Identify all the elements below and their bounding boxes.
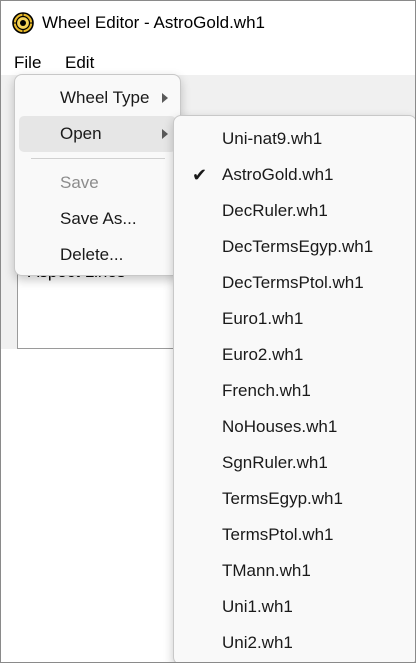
wheel-file-label: French.wh1 <box>222 381 311 400</box>
wheel-file-label: SgnRuler.wh1 <box>222 453 328 472</box>
menu-separator <box>31 158 165 159</box>
menu-edit[interactable]: Edit <box>65 45 94 75</box>
file-menu-dropdown: Wheel Type Open Save Save As... Delete..… <box>14 74 181 276</box>
wheel-file-item[interactable]: TermsPtol.wh1 <box>178 517 412 553</box>
menu-item-open[interactable]: Open <box>19 116 176 152</box>
wheel-file-label: DecRuler.wh1 <box>222 201 328 220</box>
app-window: Wheel Editor - AstroGold.wh1 File Edit A… <box>0 0 416 663</box>
window-title: Wheel Editor - AstroGold.wh1 <box>42 13 265 32</box>
wheel-file-label: Uni2.wh1 <box>222 633 293 652</box>
title-bar[interactable]: Wheel Editor - AstroGold.wh1 <box>1 1 415 45</box>
wheel-file-label: Uni1.wh1 <box>222 597 293 616</box>
menu-item-save: Save <box>19 165 176 201</box>
wheel-file-label: Euro1.wh1 <box>222 309 304 328</box>
wheel-file-label: TermsEgyp.wh1 <box>222 489 343 508</box>
wheel-file-item[interactable]: French.wh1 <box>178 373 412 409</box>
wheel-file-item[interactable]: NoHouses.wh1 <box>178 409 412 445</box>
wheel-file-item[interactable]: ✔ AstroGold.wh1 <box>178 157 412 193</box>
open-submenu: Uni-nat9.wh1 ✔ AstroGold.wh1 DecRuler.wh… <box>173 115 415 662</box>
menu-item-label: Save <box>60 173 99 192</box>
wheel-file-item[interactable]: Uni2.wh1 <box>178 625 412 661</box>
wheel-file-label: TMann.wh1 <box>222 561 311 580</box>
menu-item-label: Delete... <box>60 245 124 264</box>
menu-item-wheel-type[interactable]: Wheel Type <box>19 80 176 116</box>
submenu-arrow-icon <box>162 93 168 103</box>
astro-wheel-icon[interactable] <box>12 12 34 34</box>
wheel-file-label: AstroGold.wh1 <box>222 165 334 184</box>
menu-item-delete[interactable]: Delete... <box>19 237 176 273</box>
wheel-file-item[interactable]: Euro2.wh1 <box>178 337 412 373</box>
wheel-file-label: DecTermsPtol.wh1 <box>222 273 364 292</box>
wheel-file-item[interactable]: DecTermsEgyp.wh1 <box>178 229 412 265</box>
wheel-file-item[interactable]: Uni1.wh1 <box>178 589 412 625</box>
wheel-file-label: TermsPtol.wh1 <box>222 525 334 544</box>
menu-bar: File Edit <box>1 45 415 75</box>
submenu-arrow-icon <box>162 129 168 139</box>
wheel-file-item[interactable]: DecTermsPtol.wh1 <box>178 265 412 301</box>
wheel-file-label: Uni-nat9.wh1 <box>222 129 323 148</box>
menu-item-save-as[interactable]: Save As... <box>19 201 176 237</box>
wheel-file-item[interactable]: Euro1.wh1 <box>178 301 412 337</box>
menu-item-label: Wheel Type <box>60 88 150 107</box>
checkmark-icon: ✔ <box>192 165 208 185</box>
wheel-file-label: DecTermsEgyp.wh1 <box>222 237 374 256</box>
wheel-file-item[interactable]: TermsEgyp.wh1 <box>178 481 412 517</box>
wheel-file-item[interactable]: DecRuler.wh1 <box>178 193 412 229</box>
wheel-file-label: NoHouses.wh1 <box>222 417 338 436</box>
menu-item-label: Open <box>60 124 102 143</box>
menu-item-label: Save As... <box>60 209 137 228</box>
wheel-file-item[interactable]: Uni-nat9.wh1 <box>178 121 412 157</box>
wheel-file-item[interactable]: TMann.wh1 <box>178 553 412 589</box>
menu-file[interactable]: File <box>14 45 41 75</box>
wheel-file-item[interactable]: SgnRuler.wh1 <box>178 445 412 481</box>
wheel-file-label: Euro2.wh1 <box>222 345 304 364</box>
